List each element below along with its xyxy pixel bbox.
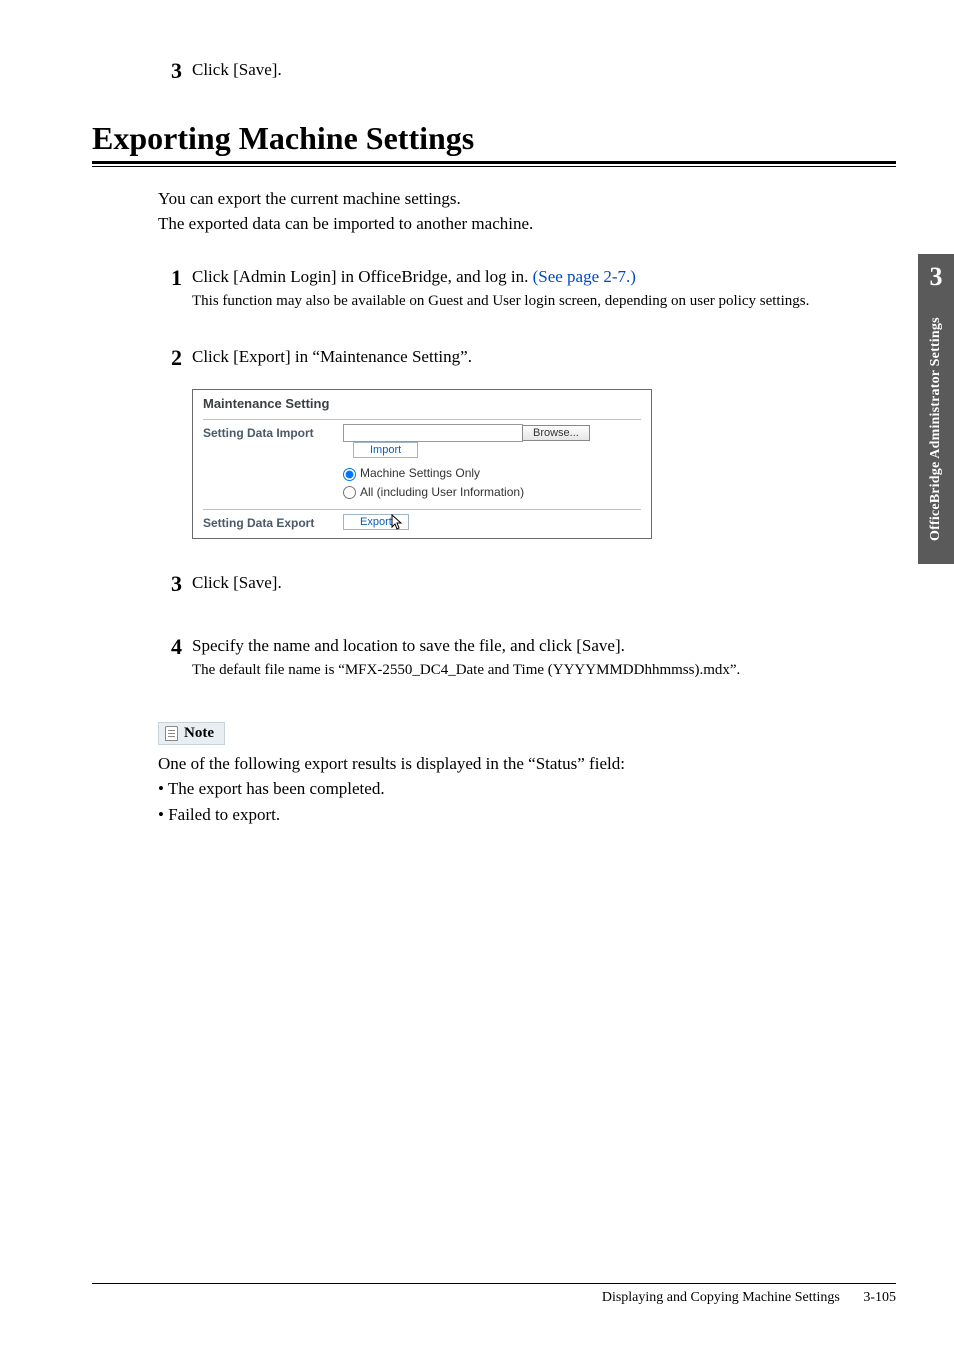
step-number: 3: [158, 58, 192, 84]
chapter-side-tab: 3 OfficeBridge Administrator Settings: [918, 254, 954, 564]
export-button-label: Export: [360, 516, 392, 528]
export-controls: Export: [343, 509, 641, 530]
page: 3 Click [Save]. Exporting Machine Settin…: [0, 0, 954, 1348]
maintenance-setting-screenshot: Maintenance Setting Setting Data Import …: [192, 389, 652, 539]
step-text: Click [Save].: [192, 571, 282, 596]
see-page-link[interactable]: (See page 2-7.): [533, 267, 636, 286]
cursor-icon: [390, 514, 404, 535]
note-bullet: The export has been completed.: [158, 776, 896, 802]
step-4: 4 Specify the name and location to save …: [158, 634, 896, 682]
radio-input[interactable]: [343, 468, 356, 481]
step-text: Click [Export] in “Maintenance Setting”.: [192, 345, 472, 370]
screenshot-title: Maintenance Setting: [193, 390, 651, 415]
step-text: Click [Admin Login] in OfficeBridge, and…: [192, 265, 809, 313]
footer-title: Displaying and Copying Machine Settings: [602, 1290, 840, 1305]
page-footer: Displaying and Copying Machine Settings …: [92, 1283, 896, 1306]
intro-paragraph: You can export the current machine setti…: [158, 187, 896, 236]
intro-line: You can export the current machine setti…: [158, 187, 896, 212]
step-text: Specify the name and location to save th…: [192, 634, 740, 682]
step-1: 1 Click [Admin Login] in OfficeBridge, a…: [158, 265, 896, 313]
step-row-prev: 3 Click [Save].: [158, 58, 896, 84]
step-number: 1: [158, 265, 192, 291]
radio-machine-only[interactable]: Machine Settings Only: [343, 464, 641, 482]
step-number: 3: [158, 571, 192, 597]
step-text: Click [Save].: [192, 58, 282, 83]
radio-label: All (including User Information): [360, 485, 524, 499]
step-number: 2: [158, 345, 192, 371]
step-number: 4: [158, 634, 192, 660]
browse-button[interactable]: Browse...: [522, 425, 590, 441]
note-body: One of the following export results is d…: [158, 751, 896, 828]
import-controls: Browse... Import Machine Settings Only A…: [343, 419, 641, 501]
radio-label: Machine Settings Only: [360, 466, 480, 480]
step-text-span: Click [Admin Login] in OfficeBridge, and…: [192, 267, 533, 286]
step-text-span: Specify the name and location to save th…: [192, 636, 625, 655]
step-2: 2 Click [Export] in “Maintenance Setting…: [158, 345, 896, 371]
heading-rule-thin: [92, 166, 896, 167]
step-subtext: This function may also be available on G…: [192, 291, 809, 313]
file-input[interactable]: [343, 424, 523, 442]
radio-all[interactable]: All (including User Information): [343, 483, 641, 501]
intro-line: The exported data can be imported to ano…: [158, 212, 896, 237]
note-bullet: Failed to export.: [158, 802, 896, 828]
note-list: The export has been completed. Failed to…: [158, 776, 896, 827]
export-button[interactable]: Export: [343, 514, 409, 530]
note-icon: [165, 726, 178, 741]
note-callout: Note: [158, 722, 225, 745]
note-label: Note: [184, 725, 214, 742]
import-label: Setting Data Import: [203, 419, 343, 440]
footer-page-number: 3-105: [863, 1290, 896, 1305]
radio-input[interactable]: [343, 486, 356, 499]
step-3: 3 Click [Save].: [158, 571, 896, 597]
heading-rule-thick: [92, 161, 896, 164]
step-subtext: The default file name is “MFX-2550_DC4_D…: [192, 660, 740, 682]
note-lead: One of the following export results is d…: [158, 751, 896, 777]
import-button[interactable]: Import: [353, 442, 418, 458]
export-label: Setting Data Export: [203, 509, 343, 530]
chapter-title: OfficeBridge Administrator Settings: [918, 304, 954, 554]
section-heading: Exporting Machine Settings: [92, 120, 896, 157]
chapter-number: 3: [918, 254, 954, 292]
